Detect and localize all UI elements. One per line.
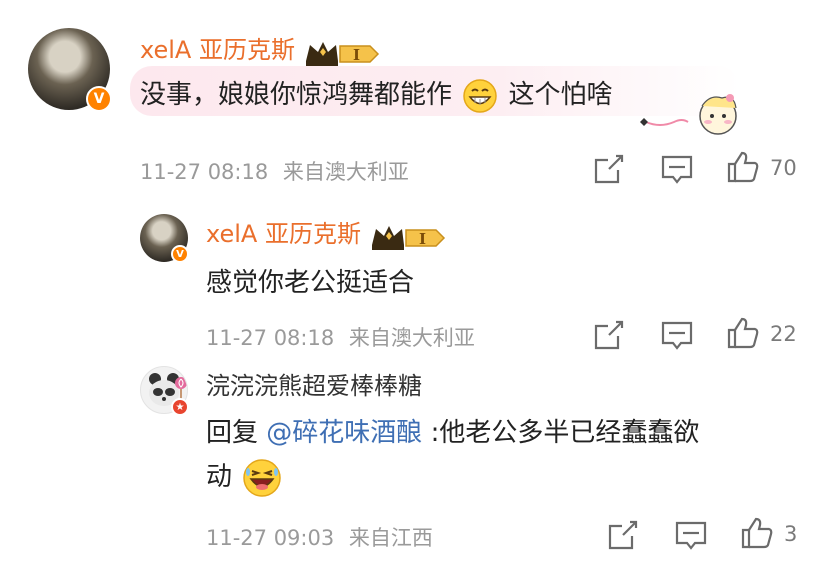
comment-icon[interactable] (674, 518, 708, 552)
comment-header: xelA 亚历克斯 I (140, 30, 382, 69)
crown-level-icon: I (306, 41, 380, 66)
username[interactable]: xelA 亚历克斯 (140, 36, 295, 64)
like-count: 3 (784, 522, 798, 546)
svg-text:I: I (419, 230, 426, 248)
reply-text-line2: 动 (206, 462, 233, 492)
grin-emoji (463, 78, 498, 113)
share-icon[interactable] (592, 152, 626, 186)
username[interactable]: 浣浣浣熊超爱棒棒糖 (206, 366, 422, 401)
like-icon[interactable] (726, 316, 760, 350)
comment-icon[interactable] (660, 318, 694, 352)
reply-meta: 11-27 08:18 来自澳大利亚 (206, 322, 475, 352)
laughing-emoji (243, 458, 282, 497)
comment-text-part2: 这个怕啥 (508, 80, 613, 110)
cute-sticker-icon (640, 94, 737, 135)
comment-text-part1: 没事，娘娘你惊鸿舞都能作 (140, 80, 453, 110)
reply-prefix: 回复 (206, 418, 259, 448)
share-icon[interactable] (592, 318, 626, 352)
like-count: 22 (770, 322, 797, 346)
level-star-icon: ★ (171, 398, 189, 416)
verified-v-icon: V (171, 245, 189, 263)
like-icon[interactable] (740, 516, 774, 550)
comment-icon[interactable] (660, 152, 694, 186)
verified-v-icon: V (86, 86, 112, 112)
timestamp: 11-27 08:18 (140, 160, 269, 184)
reply-text-line1: :他老公多半已经蠢蠢欲 (430, 418, 700, 448)
reply-header: xelA 亚历克斯 I (206, 214, 448, 253)
username[interactable]: xelA 亚历克斯 (206, 220, 361, 248)
timestamp: 11-27 09:03 (206, 526, 335, 550)
like-count: 70 (770, 156, 797, 180)
reply-text: 感觉你老公挺适合 (206, 268, 415, 298)
like-icon[interactable] (726, 150, 760, 184)
comment-text: 没事，娘娘你惊鸿舞都能作 这个怕啥 (140, 74, 613, 114)
mention-link[interactable]: @碎花味酒酿 (266, 418, 422, 448)
timestamp: 11-27 08:18 (206, 326, 335, 350)
svg-text:I: I (353, 46, 360, 64)
location: 来自澳大利亚 (282, 160, 409, 184)
share-icon[interactable] (606, 518, 640, 552)
location: 来自澳大利亚 (348, 326, 475, 350)
location: 来自江西 (348, 526, 433, 550)
crown-level-icon: I (372, 225, 446, 250)
reply-text: 回复 @碎花味酒酿 :他老公多半已经蠢蠢欲 (206, 412, 699, 449)
reply-meta: 11-27 09:03 来自江西 (206, 522, 433, 552)
comment-meta: 11-27 08:18 来自澳大利亚 (140, 156, 409, 186)
reply-text-line2-wrap: 动 (206, 456, 282, 498)
